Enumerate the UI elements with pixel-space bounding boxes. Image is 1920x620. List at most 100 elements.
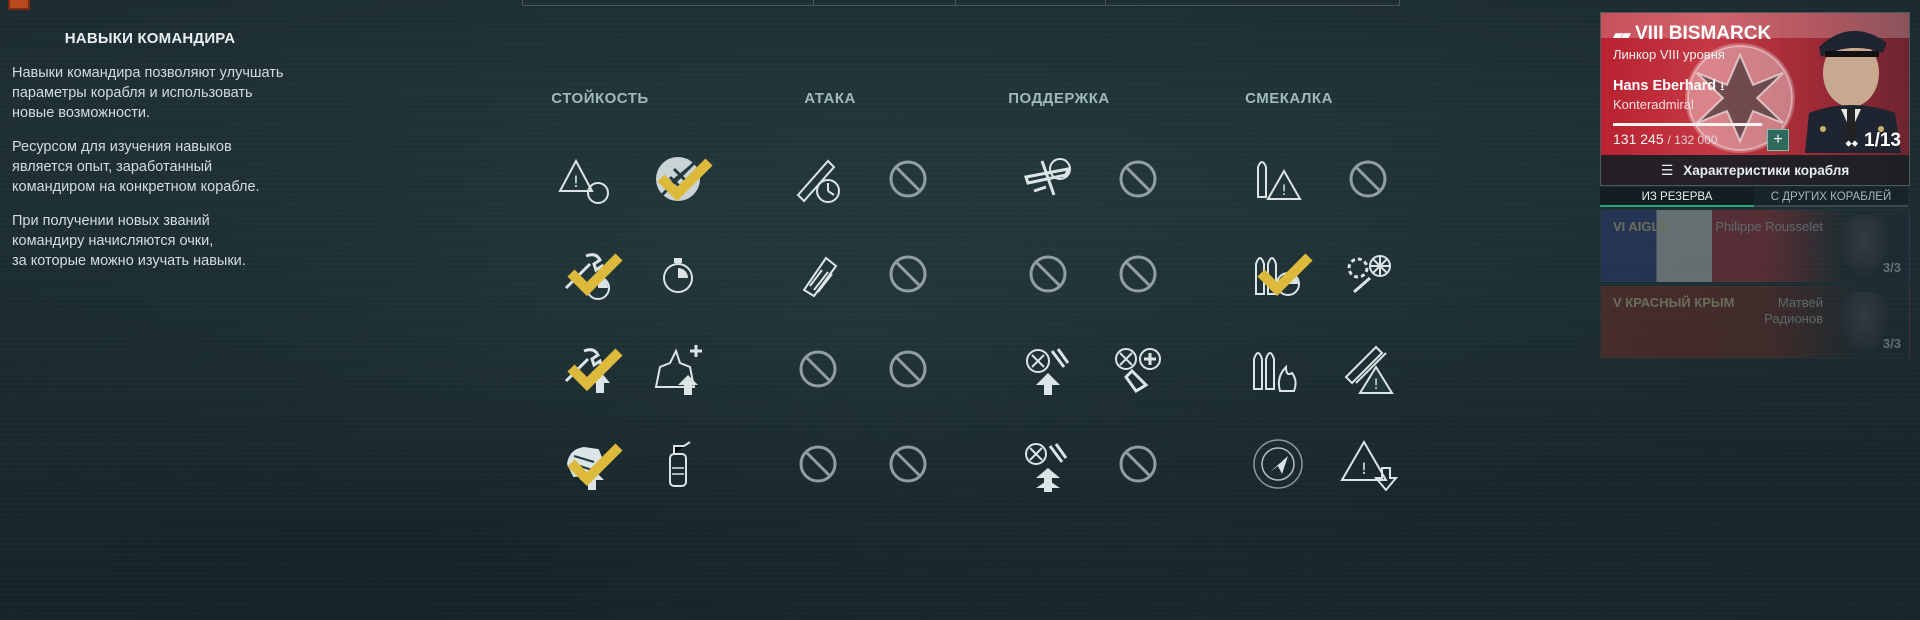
xp-progress-bar <box>1613 123 1763 126</box>
radar-icon-glyph <box>1253 439 1303 489</box>
ship-class: Линкор VIII уровня <box>1613 47 1725 62</box>
ship-aa-upgrade-icon[interactable] <box>645 336 711 402</box>
svg-text:!: ! <box>1361 459 1367 478</box>
reserve-commander-name: Матвей Радионов <box>1764 295 1823 326</box>
reserve-commander-row[interactable]: VI AIGLE Philippe Rousselet 3/3 <box>1600 210 1910 282</box>
learned-check-icon <box>567 443 623 487</box>
no-planes-icon[interactable] <box>645 146 713 212</box>
shell-fragment-icon[interactable] <box>785 241 851 307</box>
reserve-ship-name: VI AIGLE <box>1613 219 1669 234</box>
extinguisher-icon[interactable] <box>645 431 711 497</box>
torpedo-time-icon-glyph <box>796 159 840 203</box>
info-paragraph-1: Навыки командира позволяют улучшать пара… <box>12 65 284 121</box>
locked-icon-glyph <box>1119 160 1157 198</box>
reserve-commander-portrait <box>1839 215 1889 277</box>
ship-card[interactable]: ▰▰ VIII BISMARCK Линкор VIII уровня Hans … <box>1600 12 1910 186</box>
category-title-support: ПОДДЕРЖКА <box>1008 90 1110 107</box>
learned-check-icon <box>567 253 623 297</box>
locked-icon[interactable] <box>875 431 941 497</box>
shells-fire-icon-glyph <box>1253 352 1297 392</box>
info-paragraph-2: Ресурсом для изучения навыков является о… <box>12 139 260 195</box>
shells-fire-icon[interactable] <box>1245 336 1311 402</box>
locked-icon[interactable] <box>875 241 941 307</box>
add-xp-button[interactable]: + <box>1767 129 1789 151</box>
locked-icon-glyph <box>799 350 837 388</box>
learned-check-icon <box>567 348 623 392</box>
locked-icon[interactable] <box>875 336 941 402</box>
locked-icon[interactable] <box>1105 431 1171 497</box>
svg-text:!: ! <box>1373 377 1379 393</box>
locked-icon-glyph <box>799 445 837 483</box>
tier-icon: ▰▰ <box>1613 27 1631 42</box>
info-paragraph-3: При получении новых званий командиру нач… <box>12 213 246 269</box>
wrench-upgrade-icon[interactable] <box>555 336 623 402</box>
reserve-commander-portrait <box>1839 291 1889 353</box>
torpedo-time-icon[interactable] <box>785 146 851 212</box>
swap-icon[interactable]: ⭳ <box>1720 79 1724 93</box>
points-icon: ⬥⬥ <box>1845 138 1859 148</box>
commander-rank: Konteradmiral <box>1613 97 1694 112</box>
torpedo-warning-icon[interactable]: ! <box>1335 336 1401 402</box>
category-title-versatility: СМЕКАЛКА <box>1245 90 1333 107</box>
tab-reserve[interactable]: ИЗ РЕЗЕРВА <box>1600 187 1754 207</box>
commander-name[interactable]: Hans Eberhard ⭳ <box>1613 77 1724 98</box>
warning-down-icon-glyph: ! <box>1340 440 1399 492</box>
stopwatch-icon[interactable] <box>645 241 711 307</box>
aa-guns-double-upgrade-icon-glyph <box>1025 443 1068 492</box>
gears-repair-icon-glyph <box>1347 255 1391 294</box>
locked-icon[interactable] <box>785 336 851 402</box>
locked-icon[interactable] <box>1335 146 1401 212</box>
aa-guns-plus-icon-glyph <box>1115 348 1161 393</box>
plane-target-icon[interactable] <box>1015 146 1081 212</box>
ammo-warning-icon[interactable]: ! <box>1245 146 1311 212</box>
locked-icon[interactable] <box>1105 241 1171 307</box>
locked-icon[interactable] <box>875 146 941 212</box>
svg-text:!: ! <box>1281 183 1287 199</box>
shell-fragment-icon-glyph <box>802 256 838 298</box>
locked-icon[interactable] <box>1015 241 1081 307</box>
locked-icon-glyph <box>1029 255 1067 293</box>
torpedo-warning-icon-glyph: ! <box>1344 345 1394 394</box>
reserve-commander-row[interactable]: V КРАСНЫЙ КРЫМ Матвей Радионов 3/3 <box>1600 286 1910 358</box>
extinguisher-icon-glyph <box>669 441 691 487</box>
info-title: НАВЫКИ КОМАНДИРА <box>64 30 236 47</box>
locked-icon-glyph <box>1119 255 1157 293</box>
warning-range-icon[interactable]: ! <box>555 146 621 212</box>
category-title-endurance: СТОЙКОСТЬ <box>551 90 649 107</box>
commander-source-tabs: ИЗ РЕЗЕРВА С ДРУГИХ КОРАБЛЕЙ <box>1600 187 1908 207</box>
reserve-commander-points: 3/3 <box>1882 336 1901 351</box>
wrench-timer-icon[interactable] <box>555 241 623 307</box>
locked-icon-glyph <box>889 445 927 483</box>
locked-icon[interactable] <box>785 431 851 497</box>
reserve-commander-name: Philippe Rousselet <box>1715 219 1823 234</box>
reserve-ship-name: V КРАСНЫЙ КРЫМ <box>1613 295 1735 310</box>
ship-specs-button[interactable]: ☰ Характеристики корабля <box>1601 155 1909 185</box>
locked-icon[interactable] <box>1105 146 1171 212</box>
learned-check-icon <box>1257 253 1313 297</box>
top-tab-strip <box>522 0 1400 6</box>
locked-icon-glyph <box>889 350 927 388</box>
aa-guns-plus-icon[interactable] <box>1105 336 1171 402</box>
gears-repair-icon[interactable] <box>1335 241 1401 307</box>
radar-icon[interactable] <box>1245 431 1311 497</box>
learned-check-icon <box>657 158 713 202</box>
list-icon: ☰ <box>1660 161 1674 178</box>
plane-target-icon-glyph <box>1024 158 1071 196</box>
warning-down-icon[interactable]: ! <box>1335 431 1401 497</box>
ship-specs-label: Характеристики корабля <box>1683 162 1850 178</box>
aa-guns-double-upgrade-icon[interactable] <box>1015 431 1081 497</box>
ship-title: ▰▰ VIII BISMARCK <box>1613 23 1771 45</box>
aa-guns-upgrade-icon[interactable] <box>1015 336 1081 402</box>
tab-other-ships[interactable]: С ДРУГИХ КОРАБЛЕЙ <box>1754 187 1908 207</box>
ship-name: VIII BISMARCK <box>1635 23 1772 44</box>
ammo-warning-icon-glyph: ! <box>1257 161 1302 200</box>
corner-badge <box>8 0 30 10</box>
locked-icon-glyph <box>1349 160 1387 198</box>
locked-icon-glyph <box>889 160 927 198</box>
locked-icon-glyph <box>1119 445 1157 483</box>
category-title-attack: АТАКА <box>804 90 856 107</box>
locked-icon-glyph <box>889 255 927 293</box>
shells-timer-icon[interactable] <box>1245 241 1313 307</box>
armor-upgrade-icon[interactable] <box>555 431 623 497</box>
xp-text: 131 245 / 132 000 <box>1613 131 1718 147</box>
